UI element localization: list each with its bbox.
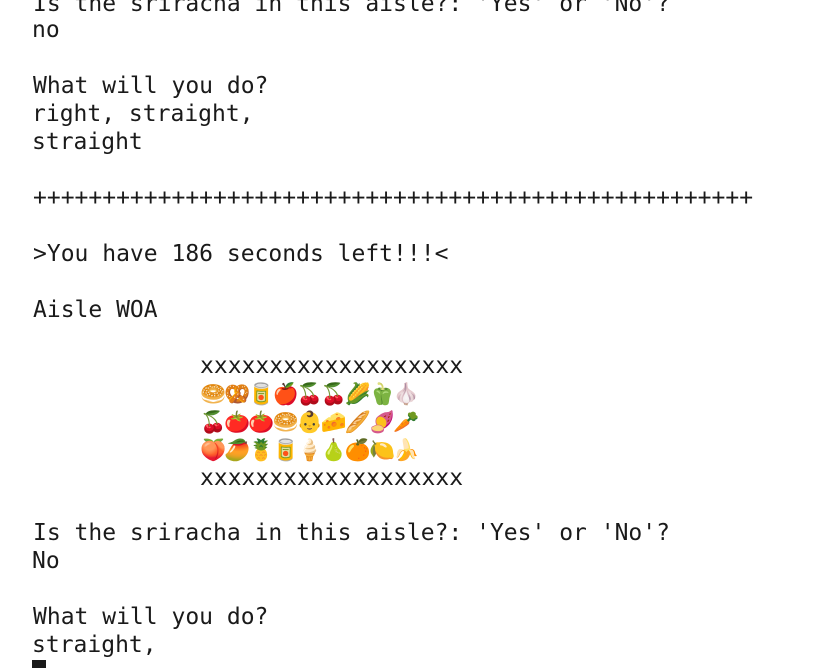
previous-action-prompt: What will you do? (33, 73, 269, 99)
aisle-shelf-row-3: 🍑🥭🍍🥫🍦🍐🍊🍋🍌 (200, 438, 419, 462)
separator-line: ++++++++++++++++++++++++++++++++++++++++… (33, 185, 754, 211)
timer-line: >You have 186 seconds left!!!< (33, 241, 449, 267)
aisle-bottom-border: xxxxxxxxxxxxxxxxxxx (200, 465, 464, 491)
aisle-shelf-row-1: 🥯🥨🥫🍎🍒🍒🌽🫑🧄 (200, 382, 419, 406)
text-cursor (32, 660, 46, 668)
action-prompt-line: What will you do? (33, 604, 269, 630)
previous-question-line: Is the sriracha in this aisle?: 'Yes' or… (33, 0, 670, 17)
previous-move-line-1: right, straight, (32, 101, 254, 127)
aisle-top-border: xxxxxxxxxxxxxxxxxxx (200, 353, 464, 379)
previous-move-line-2: straight (32, 129, 143, 155)
current-input-line[interactable]: straight, (32, 631, 157, 659)
aisle-title: Aisle WOA (33, 297, 158, 323)
aisle-shelf-row-2: 🍒🍅🍅🥯👶🧀🥖🍠🥕 (200, 410, 419, 434)
answer-line: No (32, 548, 60, 574)
previous-answer-line: no (32, 17, 60, 43)
terminal-window[interactable]: Is the sriracha in this aisle?: 'Yes' or… (0, 0, 814, 668)
sriracha-question-line: Is the sriracha in this aisle?: 'Yes' or… (33, 520, 670, 546)
